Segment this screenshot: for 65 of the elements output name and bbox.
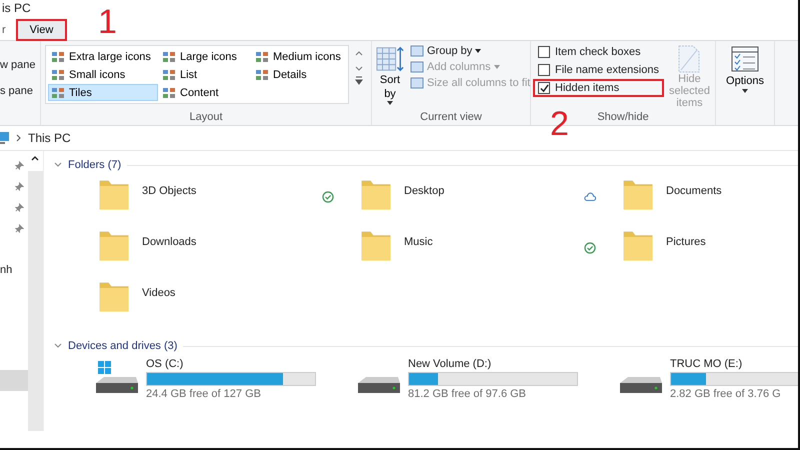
ribbon-tab[interactable]: View: [16, 19, 68, 41]
layout-option[interactable]: Tiles: [48, 84, 158, 101]
sort-grid-icon: [376, 45, 404, 73]
drive-tile[interactable]: OS (C:) 24.4 GB free of 127 GB: [96, 358, 358, 400]
window-title: is PC: [1, 0, 32, 17]
checkbox[interactable]: [538, 82, 550, 94]
view-layout-icon: [255, 50, 269, 62]
view-layout-icon: [162, 50, 176, 62]
chevron-icon: [16, 134, 22, 142]
nav-item[interactable]: nh: [0, 239, 28, 280]
checklist-icon: [731, 45, 759, 73]
folder-tile[interactable]: Videos: [96, 279, 358, 330]
section-header[interactable]: Folders (7): [68, 159, 122, 171]
folder-tile[interactable]: Music: [358, 228, 620, 279]
layout-option[interactable]: List: [159, 66, 251, 83]
pin-icon: [15, 203, 24, 212]
scroll-up-icon[interactable]: [31, 156, 39, 161]
drive-tile[interactable]: New Volume (D:) 81.2 GB free of 97.6 GB: [358, 358, 620, 400]
caret-icon: [387, 101, 393, 105]
checkbox-option[interactable]: Item check boxes: [535, 45, 662, 59]
folder-tile[interactable]: Downloads: [96, 228, 358, 279]
layout-option[interactable]: Medium icons: [252, 48, 346, 65]
layout-option[interactable]: Extra large icons: [48, 48, 158, 65]
pane-button[interactable]: s pane: [0, 85, 36, 97]
pin-icon: [15, 224, 24, 233]
pin-icon: [15, 182, 24, 191]
view-layout-icon: [51, 86, 65, 98]
folder-tile[interactable]: Documents: [620, 177, 798, 228]
folder-tile[interactable]: 3D Objects: [96, 177, 358, 228]
group-label: Current view: [419, 111, 483, 123]
step-number: 1: [98, 5, 117, 39]
caret-icon: [475, 49, 482, 53]
sort-by-button[interactable]: Sort by: [376, 45, 404, 111]
expand-icon[interactable]: [54, 343, 62, 349]
checkbox-option[interactable]: File name extensions: [535, 63, 662, 77]
drive-tile[interactable]: TRUC MO (E:) 2.82 GB free of 3.76 G: [620, 358, 798, 400]
options-button[interactable]: Options: [720, 45, 770, 93]
checkbox[interactable]: [538, 46, 550, 58]
caret-icon: [742, 89, 748, 93]
view-layout-icon: [162, 68, 176, 80]
view-layout-icon: [51, 50, 65, 62]
folder-tile[interactable]: Pictures: [620, 228, 798, 279]
view-layout-icon: [51, 68, 65, 80]
layout-option[interactable]: Large icons: [159, 48, 251, 65]
ribbon-tab[interactable]: r: [0, 19, 8, 41]
view-layout-icon: [162, 86, 176, 98]
column-icon: [410, 77, 424, 89]
caret-icon: [494, 65, 500, 69]
column-icon: [410, 61, 424, 73]
pin-icon: [15, 161, 24, 170]
group-label: Layout: [188, 111, 224, 123]
view-layout-icon: [255, 68, 269, 80]
layout-option[interactable]: Small icons: [48, 66, 158, 83]
section-header[interactable]: Devices and drives (3): [68, 340, 178, 352]
layout-option[interactable]: Content: [159, 84, 251, 101]
checkbox[interactable]: [538, 64, 550, 76]
breadcrumb[interactable]: This PC: [28, 131, 71, 145]
column-icon: [410, 45, 424, 57]
checkbox-option[interactable]: Hidden items: [535, 81, 662, 95]
expand-icon[interactable]: [54, 162, 62, 168]
pane-button[interactable]: w pane: [0, 59, 36, 71]
folder-tile[interactable]: Desktop: [358, 177, 620, 228]
layout-option[interactable]: Details: [252, 66, 346, 83]
step-number: 2: [550, 107, 569, 141]
view-command[interactable]: Group by: [410, 45, 530, 57]
